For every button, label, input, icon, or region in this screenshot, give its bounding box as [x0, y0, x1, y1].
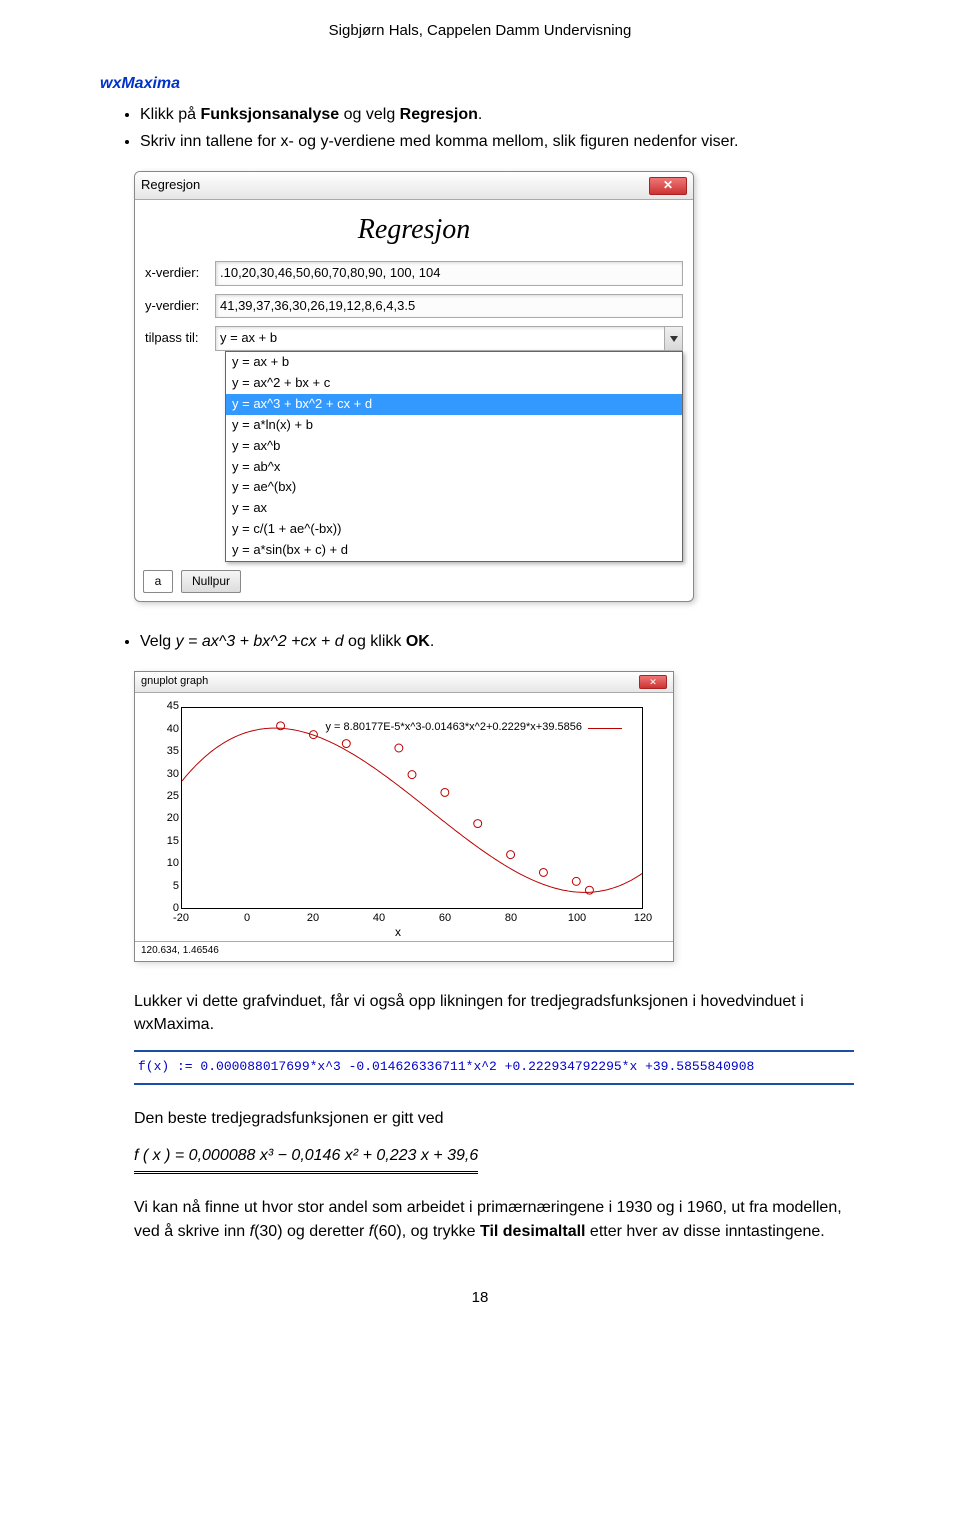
fit-option[interactable]: y = a*ln(x) + b: [226, 415, 682, 436]
data-point: [585, 886, 593, 894]
text: og klikk: [344, 633, 406, 650]
x-tick-label: 60: [439, 911, 451, 927]
formula: f ( x ) = 0,000088 x³ − 0,0146 x² + 0,22…: [134, 1144, 860, 1174]
bullet-item: Skriv inn tallene for x- og y-verdiene m…: [140, 130, 860, 153]
x-tick-label: 0: [244, 911, 250, 927]
fit-option[interactable]: y = ax^3 + bx^2 + cx + d: [226, 394, 682, 415]
fit-option[interactable]: y = ax + b: [226, 352, 682, 373]
x-tick-label: -20: [173, 911, 189, 927]
text: og velg: [339, 106, 399, 123]
y-tick-label: 5: [143, 879, 179, 895]
intro-bullet-list: Klikk på Funksjonsanalyse og velg Regres…: [100, 103, 860, 153]
data-point: [507, 851, 515, 859]
y-values-input[interactable]: 41,39,37,36,30,26,19,12,8,6,4,3.5: [215, 294, 683, 319]
text: Skriv inn tallene for x- og y-verdiene m…: [140, 133, 738, 150]
fit-option[interactable]: y = a*sin(bx + c) + d: [226, 540, 682, 561]
plot-statusbar: 120.634, 1.46546: [135, 941, 673, 961]
data-point: [474, 820, 482, 828]
text: Vi kan nå finne ut hvor stor andel som a…: [134, 1199, 842, 1239]
y-tick-label: 10: [143, 856, 179, 872]
x-tick-label: 80: [505, 911, 517, 927]
data-point: [342, 740, 350, 748]
data-point: [539, 869, 547, 877]
bullet-item: Velg y = ax^3 + bx^2 +cx + d og klikk OK…: [140, 630, 860, 653]
plot-window-title: gnuplot graph: [141, 674, 208, 690]
x-values-label: x-verdier:: [145, 264, 215, 283]
dialog-title: Regresjon: [141, 176, 200, 195]
legend-text: y = 8.80177E-5*x^3-0.01463*x^2+0.2229*x+…: [326, 720, 583, 736]
page-number: 18: [100, 1287, 860, 1309]
text: .: [430, 633, 434, 650]
dialog-heading: Regresjon: [135, 200, 693, 255]
bold-text: Funksjonsanalyse: [200, 106, 339, 123]
fit-selected-value: y = ax + b: [216, 327, 664, 350]
text: .: [478, 106, 482, 123]
y-tick-label: 30: [143, 767, 179, 783]
body-paragraph: Den beste tredjegradsfunksjonen er gitt …: [134, 1107, 860, 1130]
body-paragraph: Lukker vi dette grafvinduet, får vi også…: [134, 990, 860, 1036]
close-button[interactable]: ✕: [649, 177, 687, 195]
text: Lukker vi dette grafvinduet, får vi også…: [134, 993, 804, 1033]
y-tick-label: 20: [143, 811, 179, 827]
plot-legend: y = 8.80177E-5*x^3-0.01463*x^2+0.2229*x+…: [326, 720, 623, 736]
fit-option[interactable]: y = ab^x: [226, 457, 682, 478]
y-tick-label: 35: [143, 744, 179, 760]
fit-dropdown-list[interactable]: y = ax + by = ax^2 + bx + cy = ax^3 + bx…: [225, 351, 683, 561]
plot-window: gnuplot graph ✕ y = 8.80177E-5*x^3-0.014…: [134, 671, 674, 961]
nullpur-button[interactable]: Nullpur: [181, 570, 241, 593]
plot-area: y = 8.80177E-5*x^3-0.01463*x^2+0.2229*x+…: [181, 707, 643, 909]
plot-canvas: y = 8.80177E-5*x^3-0.01463*x^2+0.2229*x+…: [143, 699, 653, 939]
close-button[interactable]: ✕: [639, 675, 667, 689]
a-button[interactable]: a: [143, 570, 173, 593]
regression-dialog: Regresjon ✕ Regresjon x-verdier: .10,20,…: [134, 171, 694, 602]
x-axis-label: x: [395, 924, 401, 941]
plot-titlebar[interactable]: gnuplot graph ✕: [135, 672, 673, 693]
x-tick-label: 20: [307, 911, 319, 927]
fit-label: tilpass til:: [145, 329, 215, 348]
chevron-down-icon[interactable]: [664, 327, 682, 350]
body-paragraph: Vi kan nå finne ut hvor stor andel som a…: [134, 1196, 860, 1242]
y-tick-label: 15: [143, 834, 179, 850]
code-output-box: f(x) := 0.000088017699*x^3 -0.0146263367…: [134, 1050, 854, 1085]
close-icon: ✕: [663, 177, 673, 194]
fit-option[interactable]: y = ax^b: [226, 436, 682, 457]
legend-line-icon: [588, 728, 622, 729]
x-tick-label: 120: [634, 911, 652, 927]
x-tick-label: 100: [568, 911, 586, 927]
data-point: [441, 789, 449, 797]
x-values-input[interactable]: .10,20,30,46,50,60,70,80,90, 100, 104: [215, 261, 683, 286]
fit-option[interactable]: y = c/(1 + ae^(-bx)): [226, 519, 682, 540]
y-tick-label: 40: [143, 722, 179, 738]
fit-option[interactable]: y = ax^2 + bx + c: [226, 373, 682, 394]
y-tick-label: 25: [143, 789, 179, 805]
text: Klikk på: [140, 106, 200, 123]
fit-option[interactable]: y = ae^(bx): [226, 477, 682, 498]
dialog-titlebar[interactable]: Regresjon ✕: [135, 172, 693, 200]
page-header: Sigbjørn Hals, Cappelen Damm Undervisnin…: [100, 20, 860, 42]
data-point: [408, 771, 416, 779]
fit-option[interactable]: y = ax: [226, 498, 682, 519]
bold-text: Regresjon: [400, 106, 478, 123]
y-tick-label: 45: [143, 699, 179, 715]
italic-text: y = ax^3 + bx^2 +cx + d: [176, 633, 344, 650]
mid-bullet-list: Velg y = ax^3 + bx^2 +cx + d og klikk OK…: [100, 630, 860, 653]
y-values-label: y-verdier:: [145, 297, 215, 316]
data-point: [395, 744, 403, 752]
formula-text: f ( x ) = 0,000088 x³ − 0,0146 x² + 0,22…: [134, 1144, 478, 1174]
text: Velg: [140, 633, 176, 650]
text: Den beste tredjegradsfunksjonen er gitt …: [134, 1110, 444, 1127]
close-icon: ✕: [649, 676, 657, 689]
fit-combobox[interactable]: y = ax + b: [215, 326, 683, 351]
data-point: [572, 878, 580, 886]
bold-text: OK: [406, 633, 430, 650]
section-title: wxMaxima: [100, 72, 860, 95]
bullet-item: Klikk på Funksjonsanalyse og velg Regres…: [140, 103, 860, 126]
x-tick-label: 40: [373, 911, 385, 927]
fit-curve: [182, 728, 642, 892]
plot-svg: [182, 708, 642, 908]
